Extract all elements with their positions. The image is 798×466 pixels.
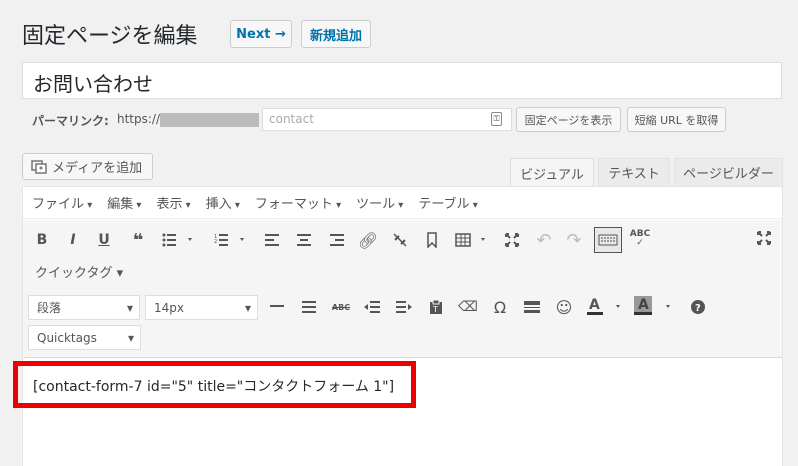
redo-icon[interactable]: ↷ [564,230,584,251]
background-color-icon[interactable]: A [634,296,676,316]
format-select-value: 段落 [37,301,62,315]
tab-visual[interactable]: ビジュアル [510,158,594,187]
link-icon[interactable]: 🔗︎ [358,230,378,250]
add-media-button[interactable]: メディアを追加 [22,153,153,180]
svg-text:A: A [589,297,600,313]
tab-text[interactable]: テキスト [598,158,670,186]
distraction-free-icon[interactable] [754,228,774,248]
font-size-value: 14px [154,300,184,315]
strikethrough-icon[interactable]: ABC [331,297,351,317]
paste-text-icon[interactable]: T [426,297,446,317]
table-icon[interactable] [454,230,490,250]
numbered-list-icon[interactable]: 12 [212,230,248,250]
menu-view[interactable]: 表示 [156,193,190,212]
help-icon[interactable]: ? [688,297,708,317]
shorturl-button[interactable]: 短縮 URL を取得 [627,107,726,132]
underline-icon[interactable]: U [94,230,114,250]
bold-icon[interactable]: B [32,230,52,250]
spellcheck-icon[interactable]: ABC ✓ [630,229,650,249]
quicktags-select-value: Quicktags [37,330,97,345]
justify-icon[interactable] [299,297,319,317]
svg-text:T: T [432,305,438,314]
indent-icon[interactable] [394,297,414,317]
svg-text:?: ? [695,303,701,314]
menu-format[interactable]: フォーマット [255,193,341,212]
align-left-icon[interactable] [262,230,282,250]
outdent-icon[interactable] [362,297,382,317]
highlight-box [13,361,416,408]
permalink-redacted [160,113,259,127]
align-right-icon[interactable] [327,230,347,250]
fullscreen-icon[interactable] [502,230,522,250]
add-media-label: メディアを追加 [52,161,143,176]
media-icon [31,159,47,174]
svg-text:2: 2 [214,239,217,245]
bookmark-icon[interactable] [422,230,442,250]
slug-input[interactable]: contact [262,108,512,131]
permalink-base: https:// [117,112,161,126]
font-size-select[interactable]: 14px ▾ [145,295,258,320]
svg-text:A: A [638,297,649,313]
page-title: 固定ページを編集 [22,24,198,49]
format-select[interactable]: 段落 ▾ [28,295,140,320]
unlink-icon[interactable] [390,230,410,250]
read-more-icon[interactable] [522,297,542,317]
eraser-icon[interactable]: ⌫ [458,297,478,317]
horizontal-line-icon[interactable] [267,297,287,317]
menu-tools[interactable]: ツール [356,193,403,212]
blockquote-icon[interactable]: ❝ [128,230,148,251]
emoji-icon[interactable]: ☺ [554,297,574,317]
post-title-input[interactable]: お問い合わせ [22,62,782,99]
text-color-icon[interactable]: A [586,296,626,316]
quicktag-label: クイックタグ [35,266,113,281]
view-page-button[interactable]: 固定ページを表示 [516,107,621,132]
permalink-label: パーマリンク: [32,114,109,128]
bullet-list-icon[interactable] [160,230,196,250]
align-center-icon[interactable] [294,230,314,250]
menu-file[interactable]: ファイル [32,193,92,212]
tab-page-builder[interactable]: ページビルダー [674,158,783,186]
undo-icon[interactable]: ↶ [534,230,554,251]
next-button[interactable]: Next → [230,20,292,48]
add-new-button[interactable]: 新規追加 [301,20,371,48]
special-char-icon[interactable]: Ω [490,297,510,317]
editor-menubar: ファイル 編集 表示 挿入 フォーマット ツール テーブル [23,187,782,219]
toolbar-toggle-icon[interactable] [594,227,622,253]
key-icon: ⚿ [491,112,502,126]
menu-insert[interactable]: 挿入 [206,193,240,212]
quicktag-menu[interactable]: クイックタグ ▾ [35,262,123,281]
menu-edit[interactable]: 編集 [107,193,141,212]
italic-icon[interactable]: I [63,230,83,250]
quicktags-select[interactable]: Quicktags ▾ [28,325,141,350]
menu-table[interactable]: テーブル [418,193,477,212]
